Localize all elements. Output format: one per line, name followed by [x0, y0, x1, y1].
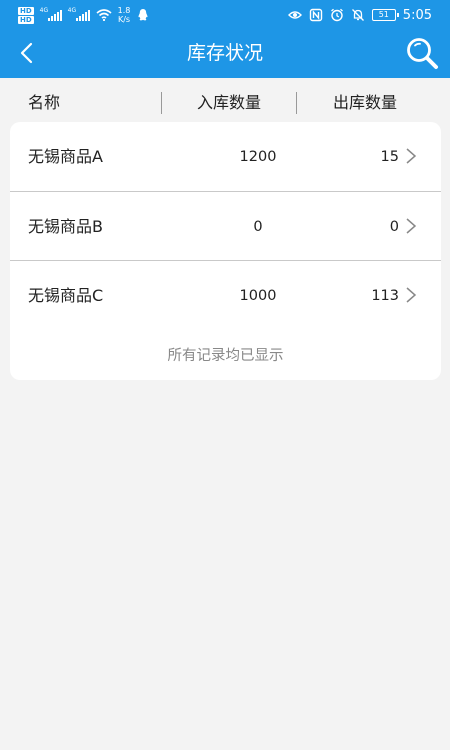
status-right: 51 5:05 — [287, 5, 432, 25]
search-icon — [407, 38, 438, 69]
alarm-icon — [330, 8, 343, 22]
inventory-list: 无锡商品A 1200 15 无锡商品B 0 0 无锡商品C 1000 113 所… — [10, 122, 441, 380]
nav-bar: 库存状况 — [0, 28, 450, 78]
clock: 5:05 — [402, 7, 432, 23]
eye-icon — [287, 11, 302, 19]
hd-badge: HD — [18, 15, 34, 24]
speed-unit: K/s — [117, 15, 131, 24]
item-name: 无锡商品B — [28, 217, 103, 236]
page-title: 库存状况 — [186, 42, 263, 64]
table-row[interactable]: 无锡商品B 0 0 — [10, 191, 441, 260]
speed-value: 1.8 — [117, 6, 131, 15]
table-header: 名称 入库数量 出库数量 — [0, 78, 450, 126]
nfc-icon — [309, 8, 322, 22]
table-row[interactable]: 无锡商品A 1200 15 — [10, 122, 441, 191]
back-button[interactable] — [10, 36, 44, 70]
column-divider — [296, 92, 297, 114]
column-header-in: 入库数量 — [196, 93, 261, 112]
chevron-right-icon — [406, 218, 417, 234]
item-in-quantity: 1000 — [239, 288, 277, 304]
item-name: 无锡商品A — [28, 147, 103, 166]
chevron-left-icon — [20, 42, 33, 64]
mute-bell-icon — [351, 9, 364, 21]
network-type: 4G — [67, 7, 77, 14]
item-in-quantity: 1200 — [239, 149, 277, 165]
battery-icon: 51 — [371, 9, 399, 21]
status-bar: HD HD 4G 4G 1.8 K/s 51 5:05 — [0, 0, 450, 28]
search-button[interactable] — [404, 34, 440, 72]
qq-icon — [138, 9, 148, 21]
wifi-icon — [96, 9, 112, 21]
status-left: HD HD 4G 4G 1.8 K/s — [18, 5, 150, 25]
network-speed: 1.8 K/s — [118, 6, 131, 24]
battery-level: 51 — [378, 10, 389, 19]
table-row[interactable]: 无锡商品C 1000 113 — [10, 260, 441, 329]
chevron-right-icon — [406, 148, 417, 164]
item-out-quantity: 113 — [371, 288, 399, 304]
network-type: 4G — [39, 7, 49, 14]
signal-icon: 4G — [67, 7, 90, 21]
column-header-out: 出库数量 — [332, 93, 397, 112]
signal-icon: 4G — [39, 7, 62, 21]
item-name: 无锡商品C — [28, 286, 104, 305]
hd-badges: HD HD — [18, 6, 34, 24]
column-header-name: 名称 — [28, 93, 61, 112]
item-in-quantity: 0 — [253, 219, 263, 235]
item-out-quantity: 0 — [389, 219, 399, 235]
chevron-right-icon — [406, 287, 417, 303]
item-out-quantity: 15 — [380, 149, 399, 165]
hd-badge: HD — [18, 6, 34, 15]
end-of-list-note: 所有记录均已显示 — [167, 348, 284, 364]
column-divider — [161, 92, 162, 114]
